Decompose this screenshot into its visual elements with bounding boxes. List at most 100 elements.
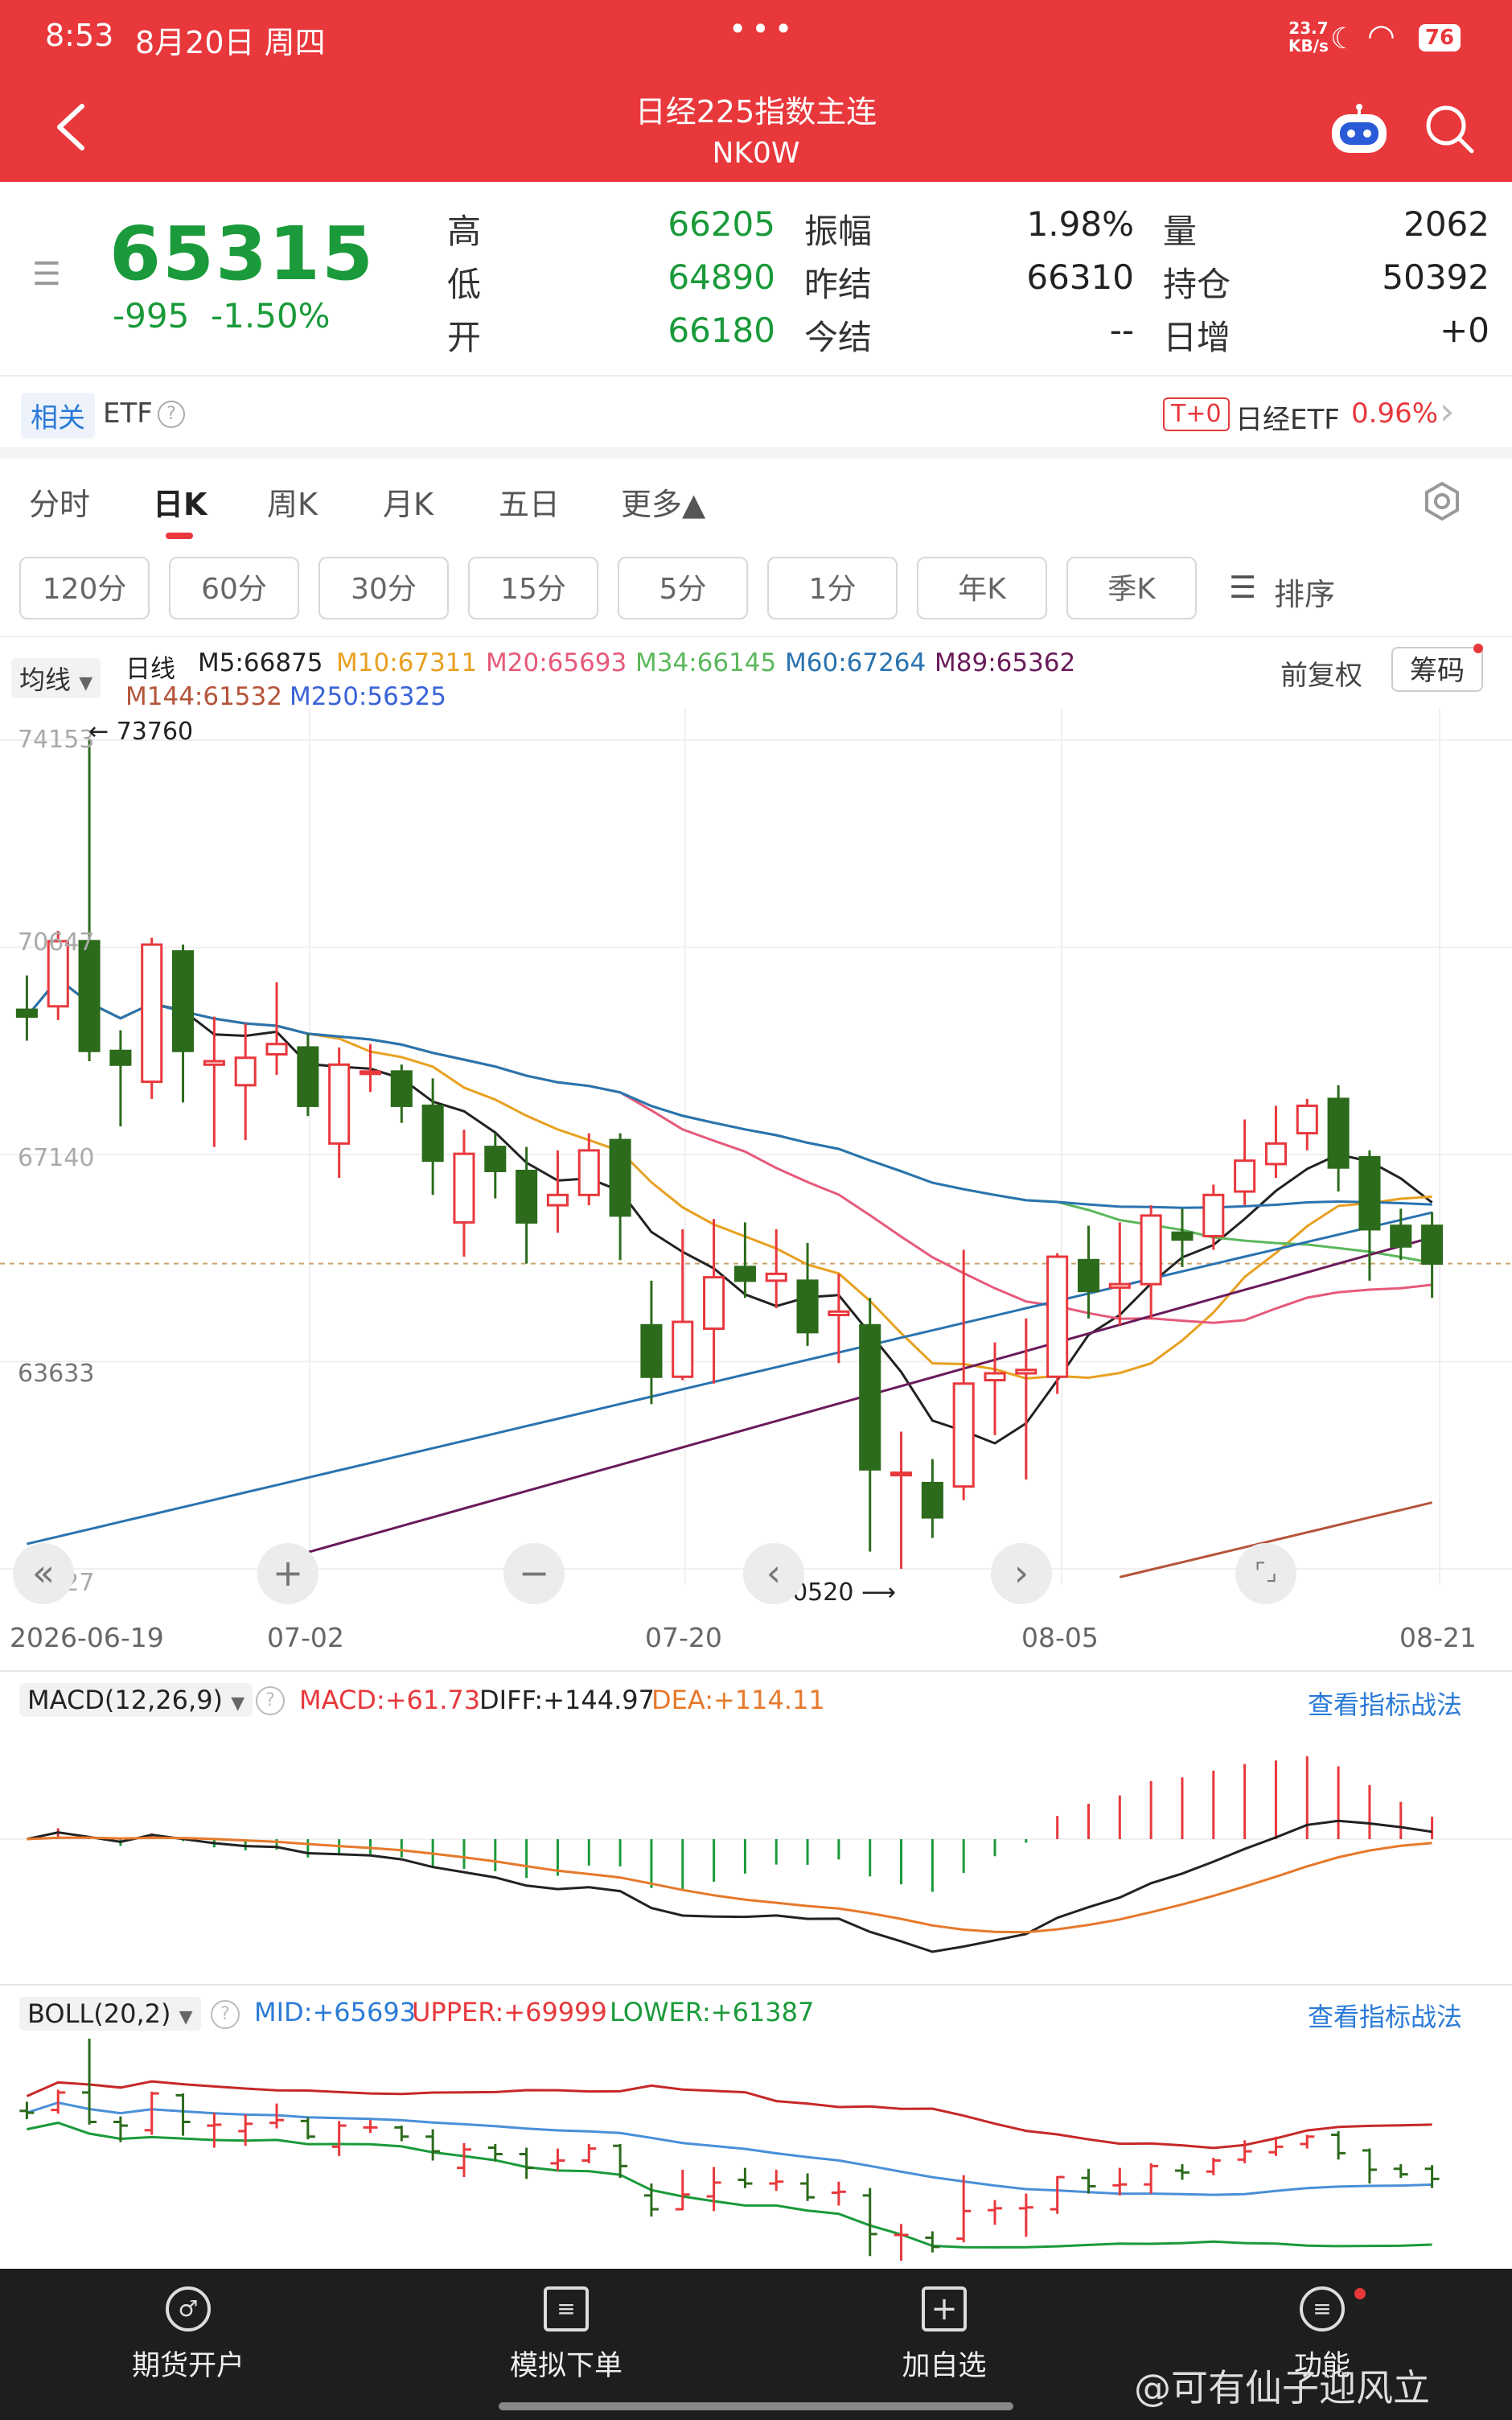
label-daily-increase: 日增 xyxy=(1163,318,1231,357)
info-icon[interactable]: ? xyxy=(158,401,185,428)
search-icon[interactable] xyxy=(1424,103,1475,154)
pill-yearly-k[interactable]: 年K xyxy=(917,557,1047,619)
pill-quarterly-k[interactable]: 季K xyxy=(1066,557,1197,619)
candle-body xyxy=(109,1049,132,1066)
status-date: 8月20日 周四 xyxy=(135,25,326,60)
candlestick-chart[interactable] xyxy=(0,708,1512,1601)
candle-body xyxy=(1421,1224,1444,1266)
label-high: 高 xyxy=(447,212,482,251)
candle-body xyxy=(78,940,101,1052)
forward-adjust-toggle[interactable]: 前复权 xyxy=(1280,653,1362,693)
candle-body xyxy=(1296,1104,1318,1135)
quote-menu-icon[interactable]: ☰ xyxy=(32,256,61,293)
candle-body xyxy=(828,1310,850,1317)
candle-body xyxy=(15,1008,38,1019)
candle-body xyxy=(203,1060,225,1066)
tab-daily-k[interactable]: 日K xyxy=(153,479,207,524)
boll-strategy-link[interactable]: 查看指标战法 xyxy=(1308,1997,1462,2034)
nav-simulated-order[interactable]: ≡ 模拟下单 xyxy=(470,2286,663,2384)
tab-more[interactable]: 更多▲ xyxy=(621,479,705,524)
price-change-pct: -1.50% xyxy=(211,296,331,335)
diff-value: DIFF:+144.97 xyxy=(479,1685,655,1715)
pill-1m[interactable]: 1分 xyxy=(767,557,898,619)
zoom-in-icon[interactable]: + xyxy=(257,1543,318,1604)
pill-30m[interactable]: 30分 xyxy=(318,557,449,619)
scroll-right-icon[interactable]: › xyxy=(991,1543,1052,1604)
candle-body xyxy=(1358,1155,1381,1231)
pill-5m[interactable]: 5分 xyxy=(618,557,748,619)
help-icon[interactable]: ? xyxy=(211,2000,240,2029)
sort-icon[interactable]: ☰ xyxy=(1229,570,1256,605)
candle-body xyxy=(297,1046,319,1107)
t0-badge: T+0 xyxy=(1163,397,1230,431)
label-open-interest: 持仓 xyxy=(1163,265,1231,304)
dea-value: DEA:+114.11 xyxy=(651,1685,825,1715)
boll-selector[interactable]: BOLL(20,2) ▼ xyxy=(19,1997,201,2031)
fullscreen-icon[interactable]: ⌜⌟ xyxy=(1235,1543,1296,1604)
pill-15m[interactable]: 15分 xyxy=(468,557,598,619)
boll-selector-label: BOLL(20,2) xyxy=(27,1998,171,2029)
home-indicator xyxy=(499,2402,1013,2410)
help-icon[interactable]: ? xyxy=(256,1686,285,1715)
pill-120m[interactable]: 120分 xyxy=(19,557,150,619)
candle-body xyxy=(1108,1282,1131,1289)
candle-body xyxy=(765,1272,787,1282)
candle-body xyxy=(890,1471,913,1477)
zoom-out-icon[interactable]: − xyxy=(503,1543,565,1604)
sort-button[interactable]: 排序 xyxy=(1274,570,1335,614)
candle-body xyxy=(390,1070,413,1107)
value-prev-settle: 66310 xyxy=(1026,257,1134,297)
candle-body xyxy=(1390,1224,1412,1248)
etf-label[interactable]: ETF xyxy=(103,397,153,430)
candle-body xyxy=(516,1169,538,1224)
more-dots-icon[interactable]: ••• xyxy=(729,11,797,47)
value-low: 64890 xyxy=(668,257,775,297)
candle-body xyxy=(733,1266,756,1282)
notification-dot xyxy=(1473,644,1483,653)
price-change: -995 xyxy=(113,296,190,335)
chips-button[interactable]: 筹码 xyxy=(1391,647,1483,692)
rewind-icon[interactable]: « xyxy=(13,1543,74,1604)
nav-futures-account[interactable]: ♂ 期货开户 xyxy=(92,2286,285,2384)
macd-strategy-link[interactable]: 查看指标战法 xyxy=(1308,1685,1462,1722)
candle-body xyxy=(984,1372,1006,1382)
x-tick-label: 07-20 xyxy=(645,1622,722,1653)
candle-body xyxy=(1264,1142,1287,1166)
nav-add-watchlist[interactable]: + 加自选 xyxy=(848,2286,1041,2384)
ma-line xyxy=(26,977,1432,1324)
tab-five-day[interactable]: 五日 xyxy=(499,479,560,524)
candle-body xyxy=(796,1279,819,1334)
macd-selector-label: MACD(12,26,9) xyxy=(27,1685,224,1715)
app-header: 8:53 8月20日 周四 ••• 23.7 KB/s ☾ ◠ 76 日经225… xyxy=(0,0,1512,182)
pill-60m[interactable]: 60分 xyxy=(169,557,299,619)
label-settle: 今结 xyxy=(804,318,873,357)
x-tick-label: 2026-06-19 xyxy=(10,1622,164,1653)
boll-mid-value: MID:+65693 xyxy=(254,1997,417,2027)
ma-selector[interactable]: 均线 ▼ xyxy=(11,658,101,698)
candle-body xyxy=(484,1146,507,1172)
candle-body xyxy=(577,1149,600,1196)
value-daily-increase: +0 xyxy=(1440,311,1489,350)
ma60-line xyxy=(27,1211,1432,1545)
label-open: 开 xyxy=(447,318,482,357)
boll-lower-value: LOWER:+61387 xyxy=(610,1997,815,2027)
tab-monthly-k[interactable]: 月K xyxy=(383,479,433,524)
value-open: 66180 xyxy=(668,311,775,350)
tab-intraday[interactable]: 分时 xyxy=(29,479,90,524)
settings-gear-icon[interactable] xyxy=(1422,481,1462,521)
value-settle: -- xyxy=(1109,311,1134,350)
etf-name[interactable]: 日经ETF xyxy=(1235,397,1340,437)
tab-weekly-k[interactable]: 周K xyxy=(267,479,318,524)
ma5-value: M5:66875 xyxy=(198,648,323,677)
nav-label: 期货开户 xyxy=(131,2350,244,2382)
high-marker-value: 73760 xyxy=(116,718,194,746)
battery-icon: 76 xyxy=(1419,24,1461,51)
ma-line xyxy=(26,977,1432,1209)
robot-icon[interactable] xyxy=(1329,103,1390,156)
etf-chevron-icon[interactable]: › xyxy=(1440,389,1454,433)
macd-selector[interactable]: MACD(12,26,9) ▼ xyxy=(19,1683,253,1717)
add-icon: + xyxy=(922,2286,967,2332)
etf-pct[interactable]: 0.96% xyxy=(1351,397,1438,430)
candle-body xyxy=(1327,1097,1350,1169)
scroll-left-icon[interactable]: ‹ xyxy=(743,1543,804,1604)
